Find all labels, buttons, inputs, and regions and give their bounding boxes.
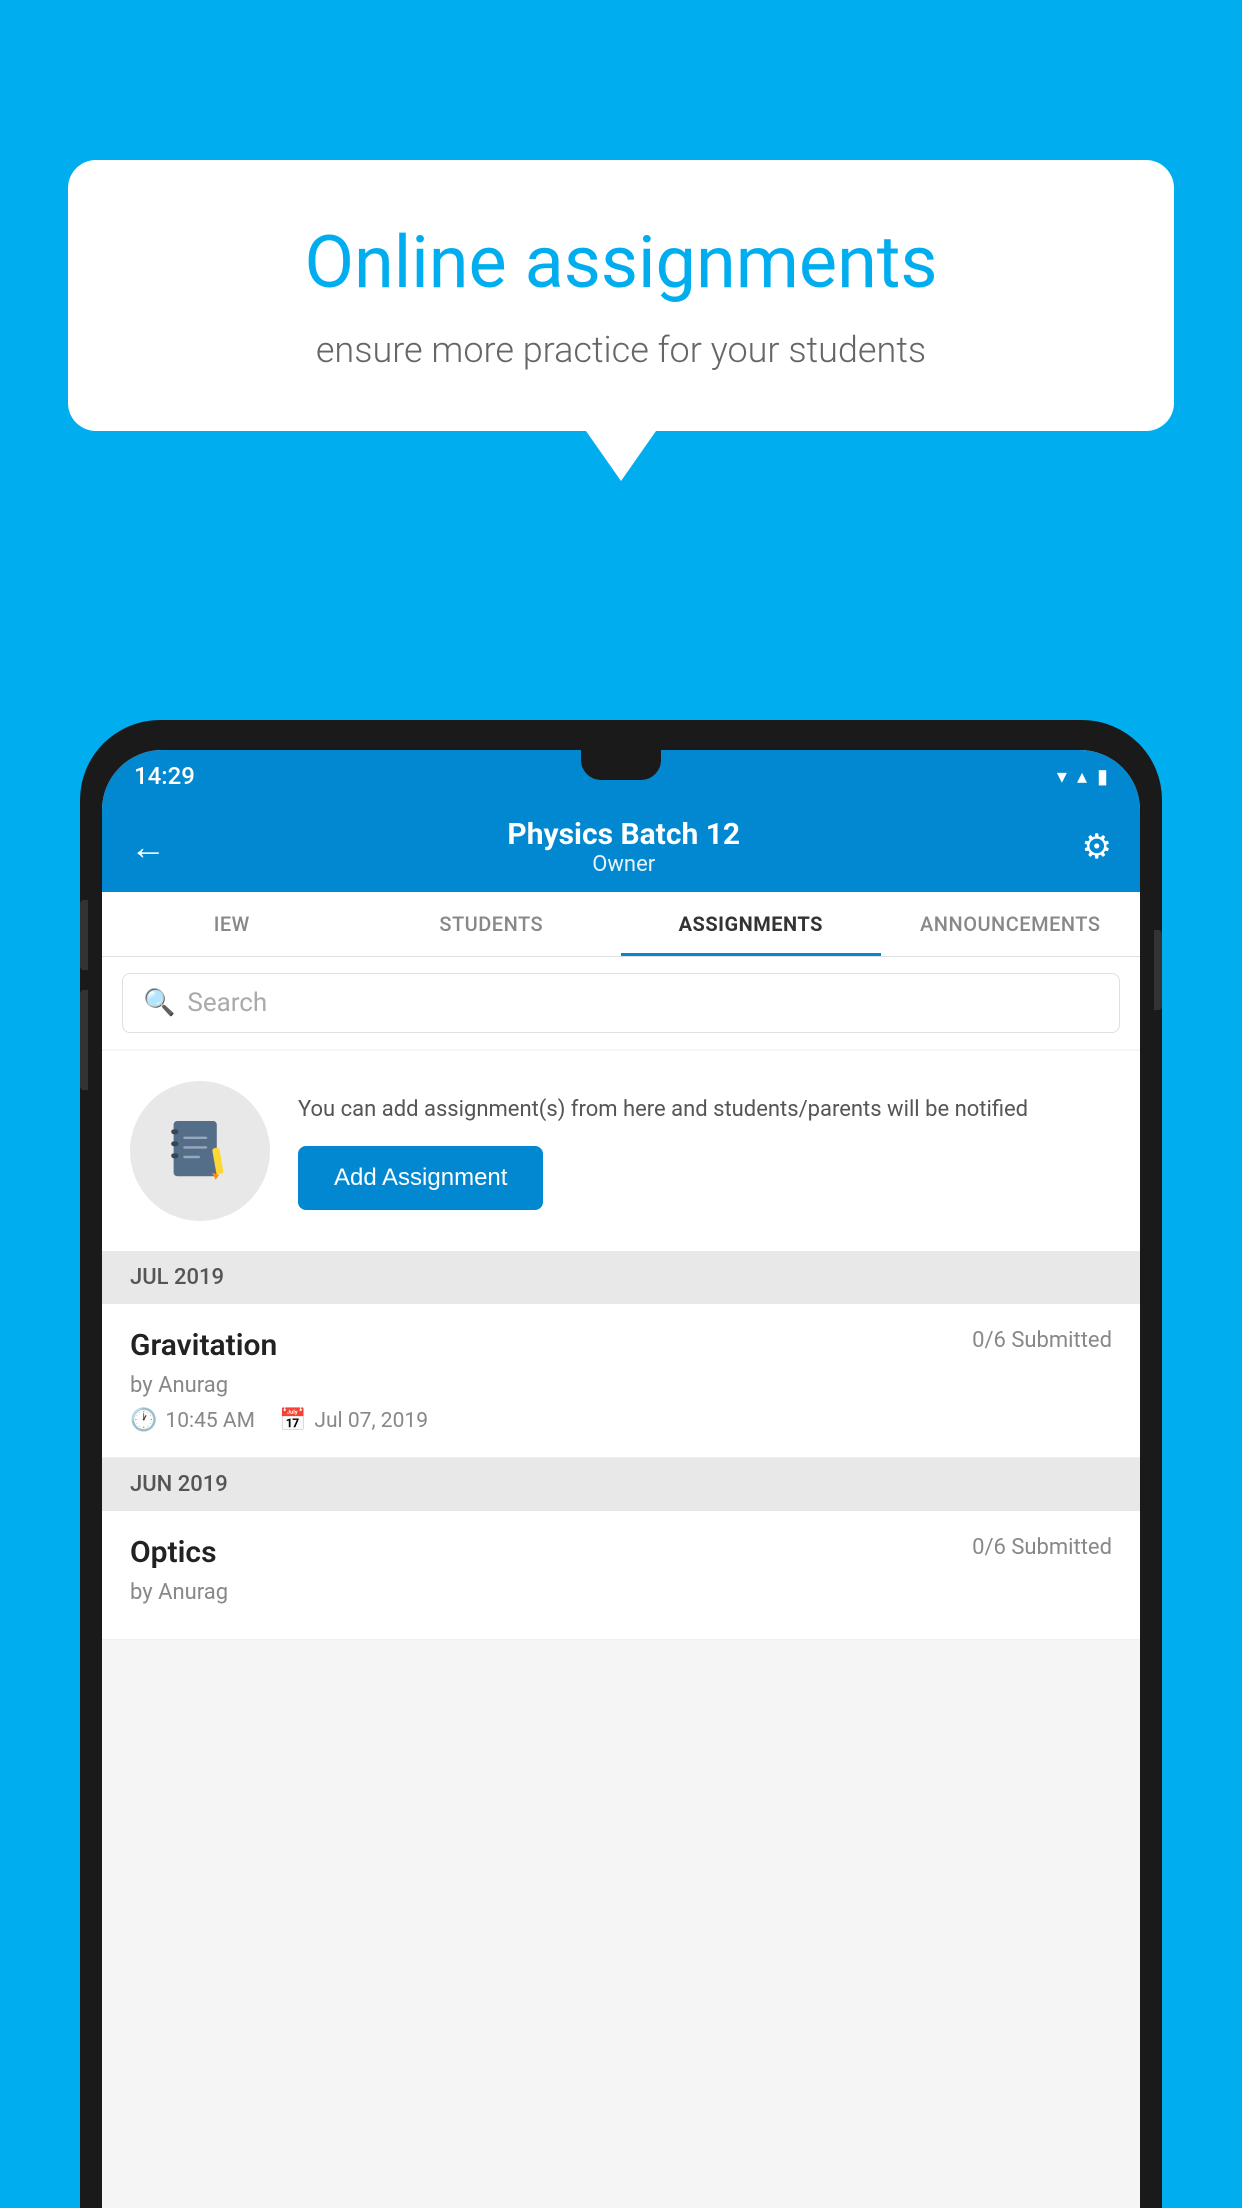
assignment-submitted-optics: 0/6 Submitted bbox=[972, 1535, 1112, 1560]
promo-content: You can add assignment(s) from here and … bbox=[298, 1093, 1112, 1210]
speech-bubble-tail bbox=[586, 431, 656, 481]
assignment-header: Gravitation 0/6 Submitted bbox=[130, 1328, 1112, 1363]
search-bar[interactable]: 🔍 Search bbox=[122, 973, 1120, 1033]
app-bar-title: Physics Batch 12 bbox=[507, 817, 740, 852]
assignment-name: Gravitation bbox=[130, 1328, 277, 1363]
assignment-header-optics: Optics 0/6 Submitted bbox=[130, 1535, 1112, 1570]
assignment-submitted: 0/6 Submitted bbox=[972, 1328, 1112, 1353]
section-header-jun: JUN 2019 bbox=[102, 1458, 1140, 1511]
clock-icon: 🕐 bbox=[130, 1408, 157, 1433]
promo-section: You can add assignment(s) from here and … bbox=[102, 1051, 1140, 1251]
assignment-name-optics: Optics bbox=[130, 1535, 217, 1570]
status-icons: ▾ ▴ ▮ bbox=[1057, 764, 1108, 788]
tab-iew[interactable]: IEW bbox=[102, 892, 362, 956]
assignment-meta: 🕐 10:45 AM 📅 Jul 07, 2019 bbox=[130, 1408, 1112, 1433]
power-button bbox=[1154, 930, 1162, 1010]
promo-icon-circle bbox=[130, 1081, 270, 1221]
speech-bubble-subtitle: ensure more practice for your students bbox=[138, 329, 1104, 371]
tab-assignments[interactable]: ASSIGNMENTS bbox=[621, 892, 881, 956]
volume-up-button bbox=[80, 900, 88, 970]
tabs-container: IEW STUDENTS ASSIGNMENTS ANNOUNCEMENTS bbox=[102, 892, 1140, 957]
assignment-time: 10:45 AM bbox=[165, 1409, 255, 1433]
app-bar-subtitle: Owner bbox=[507, 852, 740, 877]
assignment-item-optics[interactable]: Optics 0/6 Submitted by Anurag bbox=[102, 1511, 1140, 1640]
phone-frame: 14:29 ▾ ▴ ▮ ← Physics Batch 12 Owner ⚙ I… bbox=[80, 720, 1162, 2208]
search-input[interactable]: Search bbox=[187, 988, 267, 1018]
notebook-icon bbox=[164, 1115, 236, 1187]
status-time: 14:29 bbox=[134, 762, 195, 790]
tab-announcements[interactable]: ANNOUNCEMENTS bbox=[881, 892, 1141, 956]
search-icon: 🔍 bbox=[143, 988, 175, 1018]
date-meta: 📅 Jul 07, 2019 bbox=[279, 1408, 428, 1433]
promo-description: You can add assignment(s) from here and … bbox=[298, 1093, 1112, 1126]
volume-down-button bbox=[80, 990, 88, 1090]
phone-notch bbox=[581, 750, 661, 780]
wifi-icon: ▾ bbox=[1057, 764, 1067, 788]
assignment-by-optics: by Anurag bbox=[130, 1580, 1112, 1605]
calendar-icon: 📅 bbox=[279, 1408, 306, 1433]
content-area: 🔍 Search bbox=[102, 957, 1140, 1640]
speech-bubble-title: Online assignments bbox=[138, 220, 1104, 305]
back-button[interactable]: ← bbox=[130, 826, 166, 868]
assignment-date: Jul 07, 2019 bbox=[314, 1409, 428, 1433]
app-bar-title-container: Physics Batch 12 Owner bbox=[507, 817, 740, 877]
phone-screen: 14:29 ▾ ▴ ▮ ← Physics Batch 12 Owner ⚙ I… bbox=[102, 750, 1140, 2208]
assignment-item-gravitation[interactable]: Gravitation 0/6 Submitted by Anurag 🕐 10… bbox=[102, 1304, 1140, 1458]
signal-icon: ▴ bbox=[1077, 764, 1087, 788]
tab-students[interactable]: STUDENTS bbox=[362, 892, 622, 956]
app-bar: ← Physics Batch 12 Owner ⚙ bbox=[102, 802, 1140, 892]
settings-icon[interactable]: ⚙ bbox=[1082, 827, 1112, 867]
add-assignment-button[interactable]: Add Assignment bbox=[298, 1146, 543, 1210]
assignment-by: by Anurag bbox=[130, 1373, 1112, 1398]
battery-icon: ▮ bbox=[1097, 764, 1108, 788]
time-meta: 🕐 10:45 AM bbox=[130, 1408, 255, 1433]
speech-bubble: Online assignments ensure more practice … bbox=[68, 160, 1174, 431]
section-header-jul: JUL 2019 bbox=[102, 1251, 1140, 1304]
speech-bubble-container: Online assignments ensure more practice … bbox=[68, 160, 1174, 481]
search-container: 🔍 Search bbox=[102, 957, 1140, 1049]
